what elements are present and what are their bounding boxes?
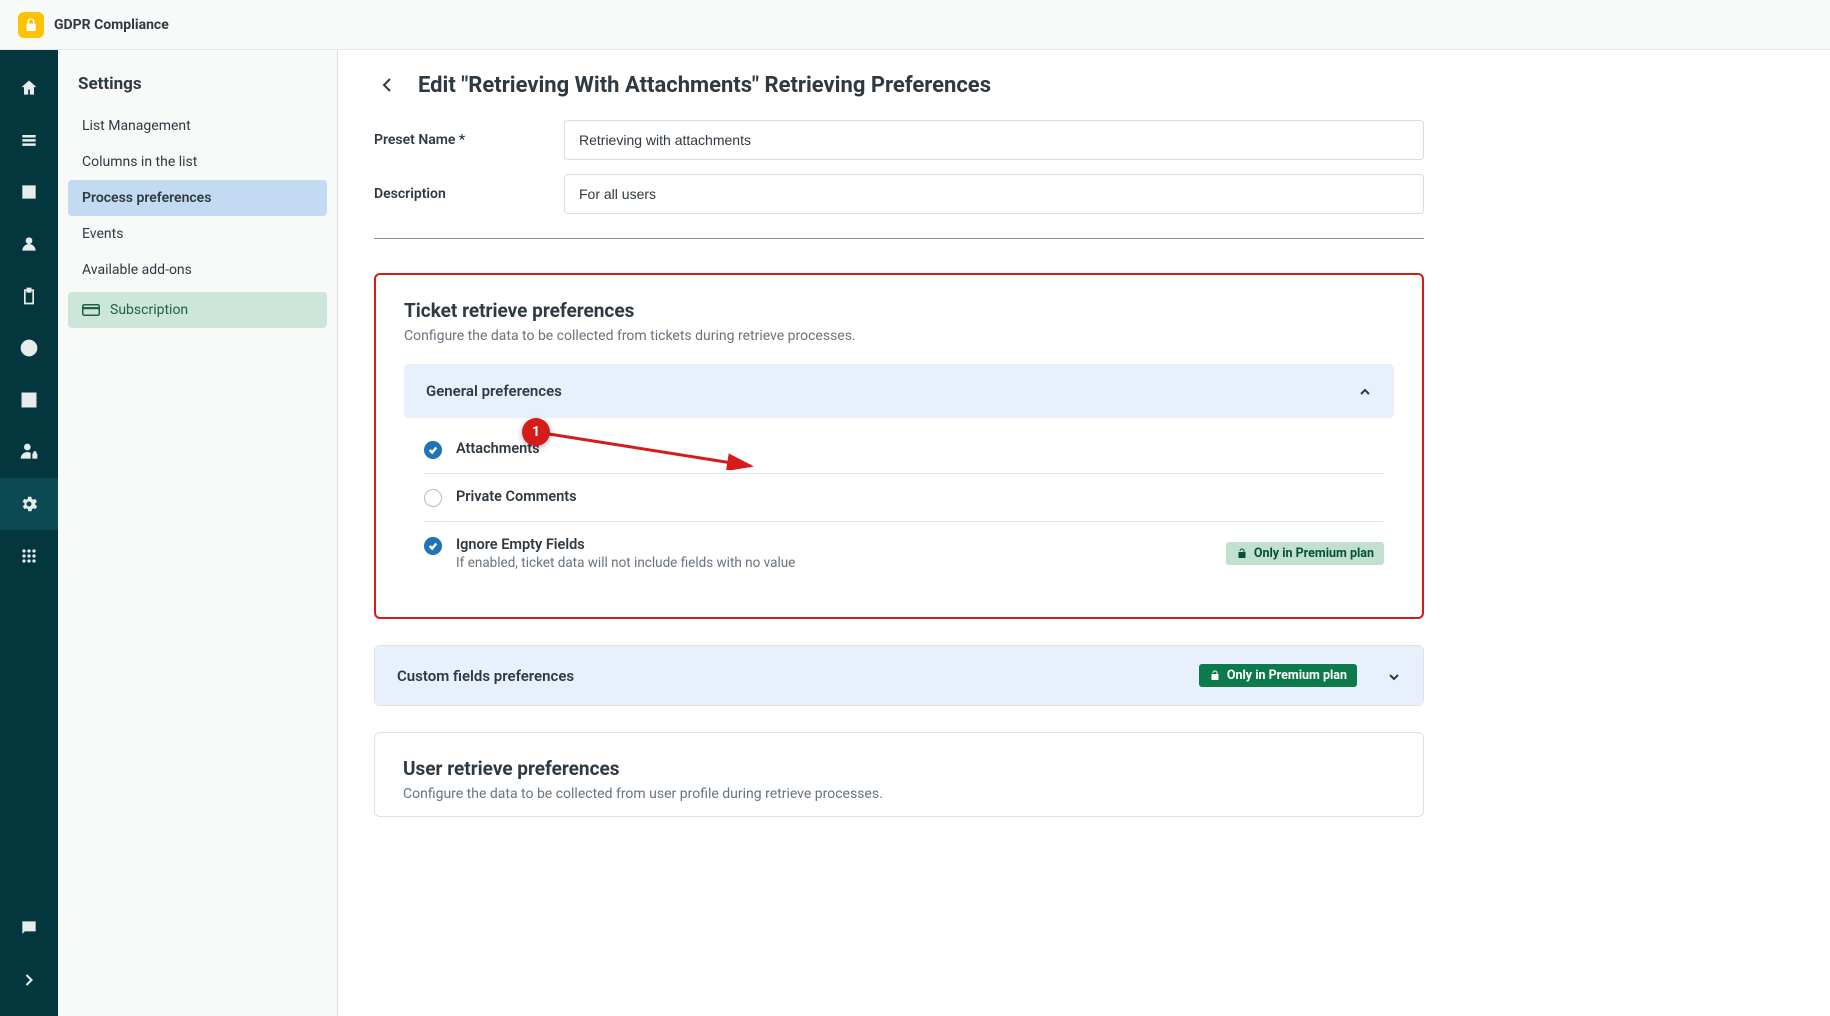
settings-title: Settings [68, 68, 327, 108]
preset-name-input[interactable] [564, 120, 1424, 160]
checkbox-label: Private Comments [456, 488, 1384, 505]
checkbox-private-comments[interactable] [424, 489, 442, 507]
description-label: Description [374, 186, 534, 202]
sidebar-item-subscription[interactable]: Subscription [68, 292, 327, 328]
divider [374, 238, 1424, 239]
checkbox-label: Ignore Empty Fields [456, 536, 1212, 553]
right-empty-area [1460, 50, 1830, 1016]
rail-inbox[interactable] [0, 166, 58, 218]
annotation-badge-1: 1 [522, 418, 550, 446]
app-title: GDPR Compliance [54, 17, 169, 33]
sidebar-item-addons[interactable]: Available add-ons [68, 252, 327, 288]
custom-fields-accordion[interactable]: Custom fields preferences Only in Premiu… [375, 646, 1423, 705]
chevron-up-icon [1358, 384, 1372, 398]
rail-apps[interactable] [0, 530, 58, 582]
lock-open-icon [1236, 548, 1248, 560]
user-section-title: User retrieve preferences [403, 757, 1395, 780]
page-title: Edit "Retrieving With Attachments" Retri… [418, 73, 991, 98]
checkbox-label: Attachments [456, 440, 1384, 457]
credit-card-icon [82, 303, 100, 317]
icon-rail [0, 50, 58, 1016]
sidebar-item-process-preferences[interactable]: Process preferences [68, 180, 327, 216]
ticket-retrieve-card: Ticket retrieve preferences Configure th… [374, 273, 1424, 619]
ticket-section-title: Ticket retrieve preferences [404, 299, 1394, 322]
general-preferences-list: Attachments Private Comments Ignore Empt… [404, 418, 1394, 589]
sidebar-item-columns[interactable]: Columns in the list [68, 144, 327, 180]
general-preferences-title: General preferences [426, 382, 562, 400]
sidebar-item-list-management[interactable]: List Management [68, 108, 327, 144]
checkbox-row-ignore-empty: Ignore Empty Fields If enabled, ticket d… [424, 522, 1384, 585]
main-content: Edit "Retrieving With Attachments" Retri… [338, 50, 1460, 1016]
checkbox-attachments[interactable] [424, 441, 442, 459]
checkbox-row-private-comments: Private Comments [424, 474, 1384, 522]
settings-side-panel: Settings List Management Columns in the … [58, 50, 338, 1016]
rail-lists[interactable] [0, 114, 58, 166]
rail-chart[interactable] [0, 374, 58, 426]
rail-home[interactable] [0, 62, 58, 114]
checkbox-helper: If enabled, ticket data will not include… [456, 555, 1212, 571]
checkbox-row-attachments: Attachments [424, 426, 1384, 474]
rail-clock[interactable] [0, 322, 58, 374]
premium-badge: Only in Premium plan [1226, 542, 1384, 565]
chevron-left-icon [382, 77, 392, 93]
rail-settings[interactable] [0, 478, 58, 530]
rail-clipboard[interactable] [0, 270, 58, 322]
preset-name-label: Preset Name * [374, 132, 534, 148]
custom-fields-card: Custom fields preferences Only in Premiu… [374, 645, 1424, 706]
user-section-subtitle: Configure the data to be collected from … [403, 786, 1395, 802]
lock-open-icon [1209, 670, 1221, 682]
rail-users[interactable] [0, 218, 58, 270]
premium-badge-solid: Only in Premium plan [1199, 664, 1357, 687]
rail-expand[interactable] [0, 954, 58, 1006]
ticket-section-subtitle: Configure the data to be collected from … [404, 328, 1394, 344]
general-preferences-accordion[interactable]: General preferences [404, 364, 1394, 418]
app-logo [18, 12, 44, 38]
rail-chat[interactable] [0, 902, 58, 954]
checkbox-ignore-empty[interactable] [424, 537, 442, 555]
sidebar-item-label: Subscription [110, 302, 188, 318]
rail-user-lock[interactable] [0, 426, 58, 478]
back-button[interactable] [374, 72, 400, 98]
sidebar-item-events[interactable]: Events [68, 216, 327, 252]
top-bar: GDPR Compliance [0, 0, 1830, 50]
user-retrieve-card: User retrieve preferences Configure the … [374, 732, 1424, 817]
description-input[interactable] [564, 174, 1424, 214]
chevron-down-icon [1387, 669, 1401, 683]
custom-fields-title: Custom fields preferences [397, 667, 574, 685]
